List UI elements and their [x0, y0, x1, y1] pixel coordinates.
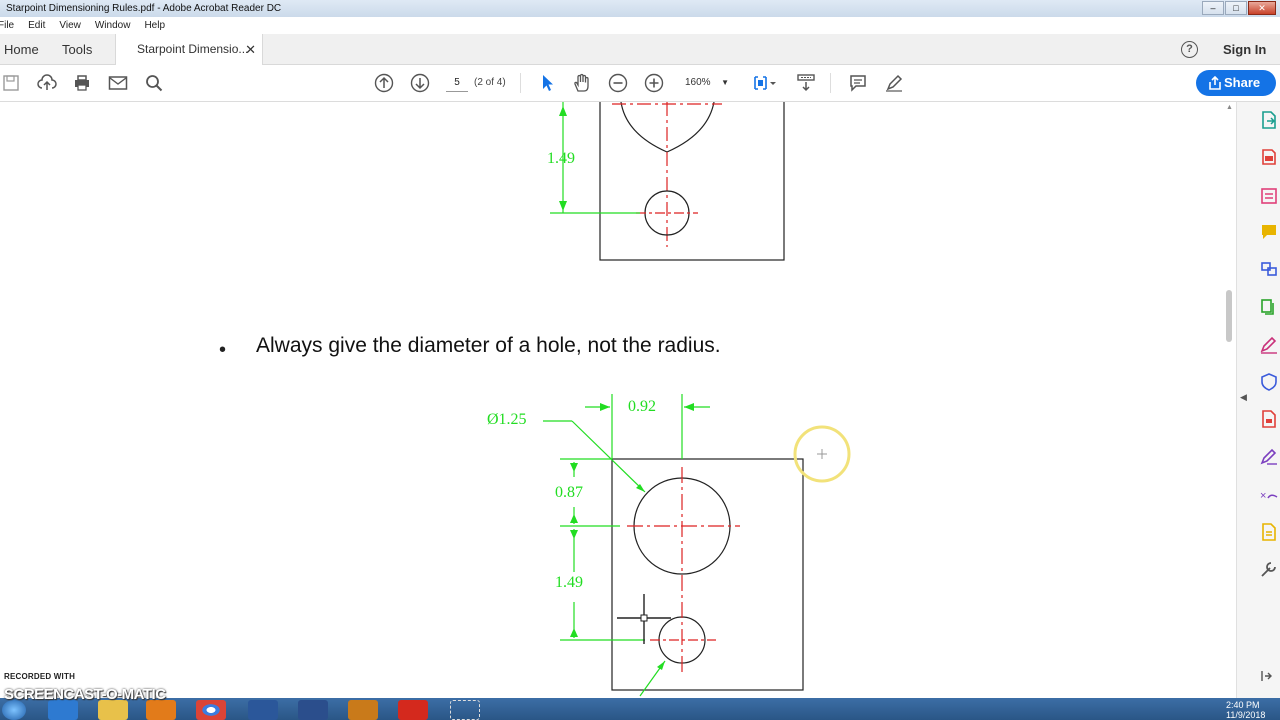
tab-tools[interactable]: Tools: [62, 34, 92, 65]
window-controls: – □ ✕: [1202, 1, 1276, 15]
tab-home[interactable]: Home: [4, 34, 39, 65]
revit-taskbar-icon[interactable]: [298, 700, 328, 720]
menu-help[interactable]: Help: [137, 17, 172, 34]
select-cursor-icon[interactable]: [536, 72, 558, 94]
title-bar: Starpoint Dimensioning Rules.pdf - Adobe…: [0, 0, 1280, 17]
comment-tool-icon[interactable]: [1259, 222, 1280, 244]
page-number-input[interactable]: 5: [446, 74, 468, 92]
menu-edit[interactable]: Edit: [21, 17, 52, 34]
word-taskbar-icon[interactable]: [248, 700, 278, 720]
zoom-in-icon[interactable]: [643, 72, 665, 94]
clock-time: 2:40 PM: [1226, 700, 1260, 710]
collapse-pane-arrow-icon[interactable]: ◀: [1240, 392, 1247, 403]
explorer-taskbar-icon[interactable]: [98, 700, 128, 720]
share-label: Share: [1224, 75, 1261, 90]
pdf-convert-icon[interactable]: [1259, 409, 1280, 431]
certificates-icon[interactable]: ×: [1259, 485, 1280, 507]
previous-page-icon[interactable]: [373, 72, 395, 94]
inventor-taskbar-icon[interactable]: [348, 700, 378, 720]
tab-bar: Home Tools Starpoint Dimensio... ✕ ? Sig…: [0, 34, 1280, 66]
lower-vertical-dimension: 1.49: [555, 574, 583, 591]
maximize-button[interactable]: □: [1225, 1, 1247, 15]
scroll-up-arrow-icon[interactable]: ▲: [1226, 104, 1233, 111]
scroll-mode-icon[interactable]: [795, 72, 817, 94]
expand-pane-icon[interactable]: [1259, 669, 1280, 691]
highlight-pen-icon[interactable]: [883, 72, 905, 94]
fill-sign-icon[interactable]: [1259, 335, 1280, 357]
recorder-watermark-logo: SCREENCAST-O-MATIC: [4, 686, 166, 703]
export-pdf-icon[interactable]: [1259, 110, 1280, 132]
menu-window[interactable]: Window: [88, 17, 138, 34]
comment-icon[interactable]: [847, 72, 869, 94]
bullet-point: •: [219, 339, 227, 361]
toolbar: 5 (2 of 4) 160% ▼ Share: [0, 65, 1280, 102]
hand-tool-icon[interactable]: [571, 72, 593, 94]
snipping-taskbar-icon[interactable]: [450, 700, 480, 720]
upper-vertical-dimension: 1.49: [547, 150, 575, 167]
more-tools-wrench-icon[interactable]: [1259, 559, 1280, 581]
vertical-scrollbar[interactable]: ▲: [1222, 102, 1236, 698]
minimize-button[interactable]: –: [1202, 1, 1224, 15]
start-button[interactable]: [2, 700, 26, 720]
search-icon[interactable]: [143, 72, 165, 94]
taskbar: 2:40 PM 11/9/2018: [0, 698, 1280, 720]
media-taskbar-icon[interactable]: [146, 700, 176, 720]
close-tab-icon[interactable]: ✕: [245, 34, 256, 65]
bullet-text: Always give the diameter of a hole, not …: [256, 334, 721, 357]
share-button[interactable]: Share: [1196, 70, 1276, 96]
technical-drawing: [543, 102, 851, 697]
system-clock[interactable]: 2:40 PM 11/9/2018: [1226, 700, 1265, 720]
zoom-level-value: 160%: [685, 77, 711, 88]
top-vertical-dimension: 0.87: [555, 484, 583, 501]
page-count: (2 of 4): [474, 77, 506, 88]
upper-part-outline: [599, 102, 785, 261]
chrome-taskbar-icon[interactable]: [196, 700, 226, 720]
scroll-thumb[interactable]: [1226, 290, 1232, 342]
lower-part-outline: [611, 458, 804, 691]
svg-text:×: ×: [1260, 490, 1266, 502]
sign-in-link[interactable]: Sign In: [1223, 34, 1266, 65]
diameter-dimension: Ø1.25: [487, 411, 527, 428]
help-icon[interactable]: ?: [1181, 41, 1198, 58]
page-fit-icon[interactable]: [751, 72, 779, 94]
tab-document[interactable]: Starpoint Dimensio... ✕: [115, 34, 263, 66]
share-icon: [1209, 76, 1221, 90]
print-icon[interactable]: [71, 72, 93, 94]
menu-file[interactable]: File: [0, 17, 21, 34]
menu-bar: File Edit View Window Help: [0, 17, 1280, 34]
next-page-icon[interactable]: [409, 72, 431, 94]
send-for-signature-icon[interactable]: [1259, 447, 1280, 469]
chevron-down-icon: ▼: [721, 78, 729, 87]
create-pdf-icon[interactable]: [1259, 147, 1280, 169]
clock-date: 11/9/2018: [1226, 710, 1266, 720]
close-window-button[interactable]: ✕: [1248, 1, 1276, 15]
recorder-watermark-label: RECORDED WITH: [4, 672, 76, 681]
ie-taskbar-icon[interactable]: [48, 700, 78, 720]
acrobat-taskbar-icon[interactable]: [398, 700, 428, 720]
zoom-out-icon[interactable]: [607, 72, 629, 94]
edit-pdf-icon[interactable]: [1259, 186, 1280, 208]
upload-cloud-icon[interactable]: [36, 72, 58, 94]
organize-pages-icon[interactable]: [1259, 297, 1280, 319]
zoom-level-dropdown[interactable]: 160% ▼: [679, 74, 733, 92]
toolbar-divider: [520, 73, 521, 93]
menu-view[interactable]: View: [52, 17, 88, 34]
horizontal-dimension: 0.92: [628, 398, 656, 415]
protect-shield-icon[interactable]: [1259, 372, 1280, 394]
document-view[interactable]: 1.49 • Always give the diameter of a hol…: [0, 102, 1222, 698]
save-icon[interactable]: [0, 72, 22, 94]
tab-document-label: Starpoint Dimensio...: [137, 42, 249, 56]
window-title: Starpoint Dimensioning Rules.pdf - Adobe…: [6, 3, 282, 14]
toolbar-divider: [830, 73, 831, 93]
combine-files-icon[interactable]: [1259, 259, 1280, 281]
email-icon[interactable]: [107, 72, 129, 94]
export-file-icon[interactable]: [1259, 522, 1280, 544]
